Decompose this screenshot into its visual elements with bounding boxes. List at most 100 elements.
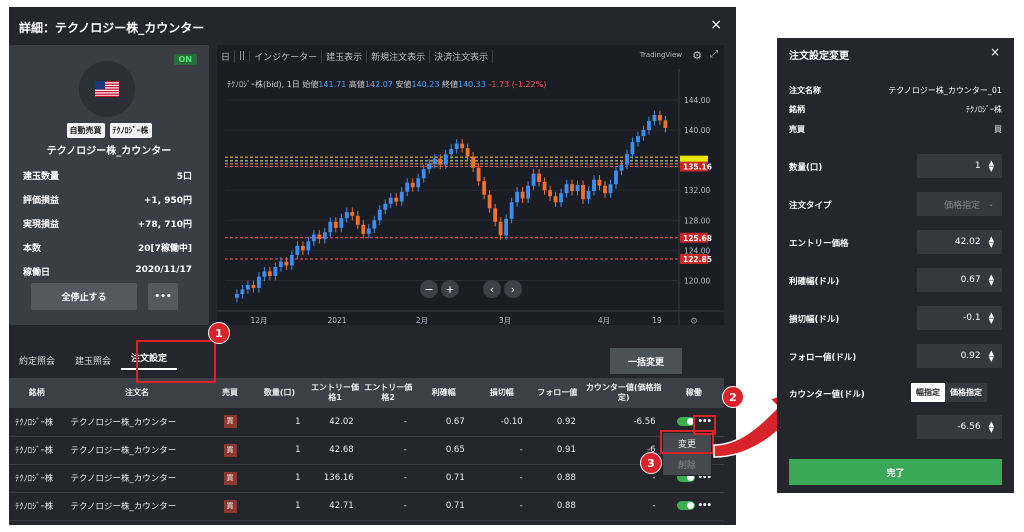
candlestick-plot[interactable]: 144.00140.00132.00128.00124.00120.00135.… <box>217 45 724 325</box>
panel-close-icon[interactable]: × <box>990 45 1000 59</box>
highlight-order-tab <box>136 340 216 383</box>
x-tick-label: 12月 <box>250 316 267 325</box>
stop-loss-stepper[interactable]: -0.1 ▲ ▼ <box>917 306 1002 330</box>
follow-stepper[interactable]: 0.92 ▲ ▼ <box>917 344 1002 368</box>
candle-body <box>251 284 256 288</box>
candle-body <box>273 266 278 276</box>
table-cell: - <box>472 436 531 465</box>
status-badge[interactable]: ON <box>173 54 197 65</box>
table-row[interactable]: ﾃｸﾉﾛｼﾞｰ株 テクノロジー株_カウンター買 1 136.16-0.71-0.88-… <box>9 464 724 493</box>
table-cell: 0.67 <box>414 408 473 437</box>
candle-body <box>399 191 404 202</box>
order-type-select[interactable]: 価格指定 ⌄ <box>917 192 1002 216</box>
active-toggle[interactable] <box>676 417 695 426</box>
price-tag-label: 122.85 <box>683 255 712 264</box>
yellow-price-tag <box>680 155 708 162</box>
candle-body <box>355 215 360 225</box>
candle-body <box>625 154 629 165</box>
table-cell: ﾃｸﾉﾛｼﾞｰ株 <box>9 464 65 493</box>
table-cell: 1 <box>250 408 309 437</box>
candle-body <box>328 221 333 233</box>
active-toggle[interactable] <box>676 501 695 511</box>
stat-start-date: 稼働日 2020/11/17 <box>23 265 192 278</box>
counter-stepper[interactable]: -6.56 ▲ ▼ <box>917 415 1002 439</box>
column-header: 損切幅 <box>472 378 531 408</box>
stop-loss-label: 損切幅(ドル) <box>789 315 840 325</box>
counter-mode-width[interactable]: 幅指定 <box>911 383 945 402</box>
candle-body <box>344 212 349 219</box>
zoom-control-glyph: ‹ <box>490 283 494 296</box>
tab-executions[interactable]: 約定照会 <box>9 354 65 367</box>
table-cell: ﾃｸﾉﾛｼﾞｰ株 <box>9 436 65 465</box>
symbol-row: 銘柄 ﾃｸﾉﾛｼﾞｰ株 <box>789 105 1002 114</box>
stat-count: 本数 20[7稼働中] <box>23 244 192 254</box>
table-cell: ﾃｸﾉﾛｼﾞｰ株 <box>9 408 65 437</box>
candle-body <box>300 245 305 251</box>
take-profit-stepper[interactable]: 0.67 ▲ ▼ <box>917 268 1002 292</box>
candle-body <box>515 191 520 203</box>
y-tick-label: 120.00 <box>684 276 710 285</box>
axis-settings-icon: ⚙ <box>690 317 698 325</box>
counter-mode-price[interactable]: 価格指定 <box>945 383 987 402</box>
entry-label: エントリー価格 <box>789 239 849 249</box>
window-close-icon[interactable]: × <box>710 17 722 33</box>
more-dots-icon[interactable]: ••• <box>698 501 712 511</box>
candle-body <box>581 184 585 200</box>
column-header: フォロー値 <box>530 378 584 408</box>
candle-body <box>284 261 289 266</box>
window-title: 詳細：テクノロジー株_カウンター <box>19 21 205 35</box>
table-cell: - <box>361 464 415 493</box>
qty-stepper[interactable]: 1 ▲ ▼ <box>917 154 1002 178</box>
price-chart[interactable]: 日 || インジケーター 建玉表示 新規注文表示 決済注文表示 TradingV… <box>217 45 724 325</box>
table-row[interactable]: ﾃｸﾉﾛｼﾞｰ株 テクノロジー株_カウンター買 1 42.68-0.65-0.91 -6… <box>9 436 724 465</box>
table-cell: 1 <box>250 436 309 465</box>
stop-all-button[interactable]: 全停止する <box>31 283 137 310</box>
candle-body <box>663 120 668 128</box>
candle-body <box>432 158 437 164</box>
candle-body <box>564 184 569 194</box>
candle-body <box>647 121 651 131</box>
candle-body <box>460 143 465 149</box>
table-cell: -0.10 <box>472 408 531 437</box>
candle-body <box>454 143 459 149</box>
zoom-control-glyph: − <box>424 283 433 296</box>
candle-body <box>504 218 509 236</box>
tab-positions[interactable]: 建玉照会 <box>65 354 121 367</box>
entry-price-stepper[interactable]: 42.02 ▲ ▼ <box>917 230 1002 254</box>
candle-body <box>586 190 591 200</box>
done-button[interactable]: 完了 <box>789 459 1002 485</box>
candle-body <box>498 221 503 236</box>
more-button[interactable]: ••• <box>148 283 178 310</box>
x-tick-label: 2月 <box>416 316 428 325</box>
side-cell: 買 <box>209 436 251 465</box>
candle-body <box>394 197 399 202</box>
table-cell: 136.16 <box>308 464 362 493</box>
candle-body <box>493 208 498 222</box>
table-cell: 42.71 <box>308 492 362 521</box>
y-tick-label: 144.00 <box>684 96 710 105</box>
table-cell: 0.88 <box>530 492 584 521</box>
candle-body <box>350 212 355 216</box>
y-tick-label: 128.00 <box>684 216 710 225</box>
column-header: 銘柄 <box>9 378 65 408</box>
counter-label: カウンター値(ドル) <box>789 390 865 400</box>
candle-body <box>383 203 388 210</box>
candle-body <box>311 234 316 242</box>
price-tag-label: 135.16 <box>683 162 712 171</box>
candle-body <box>339 218 344 228</box>
table-cell: 0.92 <box>530 408 584 437</box>
step-badge-1: 1 <box>208 322 230 344</box>
tag-category: ﾃｸﾉﾛｼﾞｰ株 <box>109 123 152 138</box>
table-row[interactable]: ﾃｸﾉﾛｼﾞｰ株 テクノロジー株_カウンター買 1 42.71-0.71-0.88- •… <box>9 492 724 521</box>
candle-body <box>608 184 613 194</box>
buy-badge: 買 <box>223 471 237 485</box>
table-cell: 1 <box>250 464 309 493</box>
order-table: 銘柄 注文名 売買 数量(口) エントリー価格1 エントリー価格2 利確幅 損切幅 フォロー値カ… <box>9 378 724 521</box>
buy-badge: 買 <box>223 415 237 429</box>
qty-label: 数量(口) <box>789 163 823 173</box>
bulk-edit-button[interactable]: 一括変更 <box>610 348 682 374</box>
candle-body <box>603 185 607 194</box>
table-row[interactable]: ﾃｸﾉﾛｼﾞｰ株 テクノロジー株_カウンター買 1 42.02-0.67 -0.10 0.… <box>9 408 724 437</box>
us-flag-icon <box>79 61 135 117</box>
candle-body <box>240 289 245 294</box>
